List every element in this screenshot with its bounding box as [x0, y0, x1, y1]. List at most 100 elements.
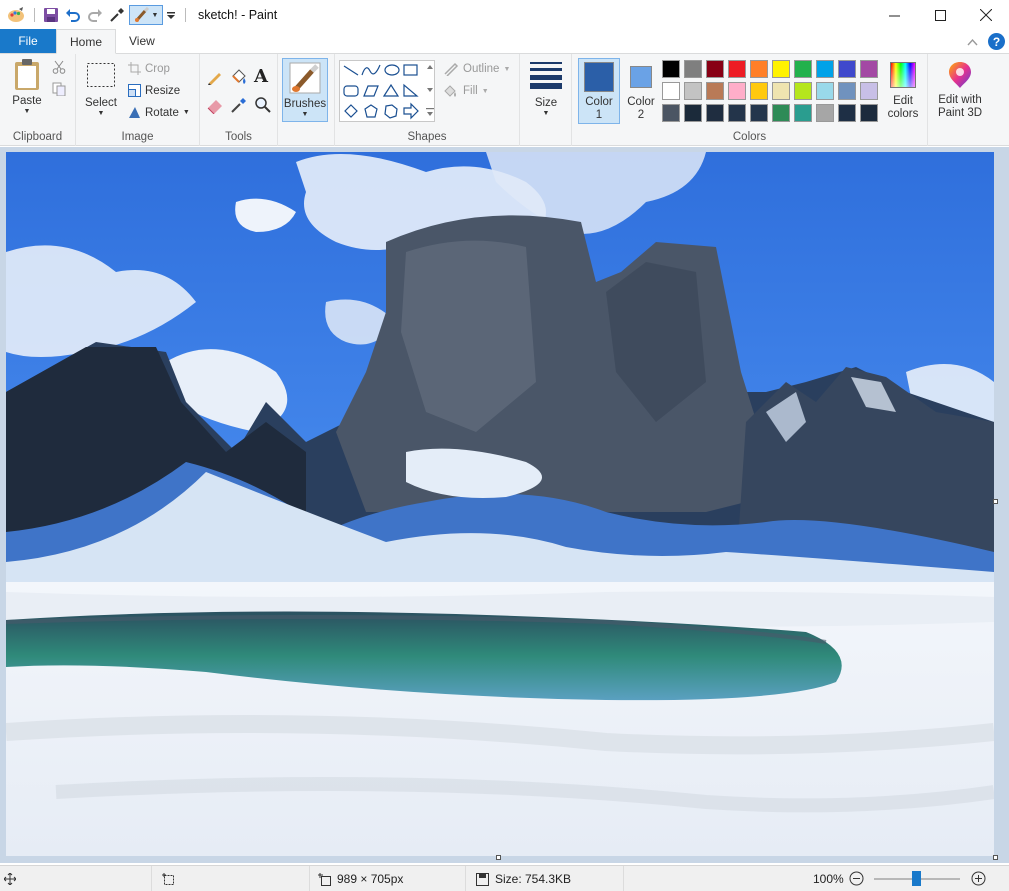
hexagon-shape-icon — [384, 104, 398, 119]
brushes-qat-button[interactable]: ▼ — [129, 5, 163, 25]
palette-swatch[interactable] — [728, 104, 746, 122]
palette-swatch[interactable] — [684, 104, 702, 122]
palette-swatch[interactable] — [838, 82, 856, 100]
text-icon[interactable]: A — [254, 66, 268, 87]
palette-swatch[interactable] — [750, 60, 768, 78]
resize-label: Resize — [145, 84, 181, 97]
palette-swatch[interactable] — [772, 60, 790, 78]
color2-button[interactable]: Color 2 — [622, 58, 660, 124]
palette-swatch[interactable] — [706, 104, 724, 122]
palette-swatch[interactable] — [860, 82, 878, 100]
maximize-button[interactable] — [917, 0, 963, 30]
qat-separator — [185, 8, 186, 22]
palette-swatch[interactable] — [728, 82, 746, 100]
color-picker-tool-icon[interactable] — [230, 96, 248, 117]
palette-swatch[interactable] — [706, 82, 724, 100]
palette-swatch[interactable] — [728, 60, 746, 78]
fill-dropdown[interactable]: Fill ▼ — [443, 84, 489, 98]
palette-swatch[interactable] — [816, 104, 834, 122]
resize-button[interactable]: Resize — [128, 84, 180, 97]
palette-swatch[interactable] — [706, 60, 724, 78]
zoom-slider-thumb[interactable] — [912, 871, 921, 886]
redo-icon[interactable] — [85, 5, 105, 25]
select-button[interactable]: Select ▼ — [84, 60, 118, 117]
image-dimensions-icon — [318, 872, 331, 886]
zoom-in-button[interactable] — [971, 871, 986, 889]
palette-swatch[interactable] — [750, 82, 768, 100]
palette-swatch[interactable] — [750, 104, 768, 122]
palette-swatch[interactable] — [838, 104, 856, 122]
palette-swatch[interactable] — [684, 82, 702, 100]
drawing-canvas[interactable] — [6, 152, 994, 856]
palette-swatch[interactable] — [794, 104, 812, 122]
tab-file[interactable]: File — [0, 29, 56, 53]
polygon-shape-icon — [363, 85, 379, 97]
palette-swatch[interactable] — [662, 104, 680, 122]
palette-swatch[interactable] — [816, 82, 834, 100]
eraser-icon[interactable] — [206, 96, 224, 117]
palette-swatch[interactable] — [772, 104, 790, 122]
fill-with-color-icon[interactable] — [230, 68, 248, 89]
pencil-icon[interactable] — [206, 68, 224, 89]
right-arrow-shape-icon — [403, 102, 419, 120]
tools-group: A Tools — [200, 54, 278, 146]
help-icon[interactable]: ? — [988, 33, 1005, 50]
palette-swatch[interactable] — [816, 60, 834, 78]
rounded-rectangle-shape-icon — [343, 85, 359, 97]
crop-button[interactable]: Crop — [128, 62, 170, 75]
palette-swatch[interactable] — [662, 82, 680, 100]
file-size-section: Size: 754.3KB — [466, 866, 624, 891]
edit-colors-button[interactable]: Edit colors — [882, 58, 924, 124]
copy-icon[interactable] — [52, 82, 66, 99]
rotate-button[interactable]: Rotate ▼ — [128, 106, 190, 119]
color-picker-icon[interactable] — [107, 5, 127, 25]
close-button[interactable] — [963, 0, 1009, 30]
customize-qat-icon[interactable] — [165, 5, 177, 25]
cursor-position-icon — [4, 873, 16, 885]
tab-home[interactable]: Home — [56, 29, 117, 54]
tab-view[interactable]: View — [116, 29, 168, 53]
zoom-slider[interactable] — [874, 871, 960, 886]
cut-icon[interactable] — [52, 60, 66, 77]
paste-button[interactable]: Paste ▼ — [8, 58, 46, 122]
palette-swatch[interactable] — [838, 60, 856, 78]
paint3d-label: Edit with Paint 3D — [937, 94, 983, 119]
outline-dropdown[interactable]: Outline ▼ — [443, 62, 510, 76]
edit-with-paint3d-button[interactable]: Edit with Paint 3D — [932, 58, 988, 124]
mountain-painting — [6, 152, 994, 856]
canvas-workspace[interactable] — [0, 147, 1009, 863]
undo-icon[interactable] — [63, 5, 83, 25]
size-group: Size ▼ — [520, 54, 572, 146]
size-button[interactable]: Size ▼ — [526, 60, 566, 117]
color1-button[interactable]: Color 1 — [578, 58, 620, 124]
palette-swatch[interactable] — [860, 60, 878, 78]
ribbon: Paste ▼ Clipboard Select ▼ Crop Resize R… — [0, 54, 1009, 146]
palette-swatch[interactable] — [662, 60, 680, 78]
palette-row — [662, 60, 882, 78]
clipboard-icon — [15, 59, 39, 90]
minimize-ribbon-icon[interactable] — [967, 35, 978, 49]
quick-access-toolbar: ▼ — [0, 0, 192, 30]
zoom-out-button[interactable] — [849, 871, 864, 889]
status-bar: 989 × 705px Size: 754.3KB 100% — [0, 865, 1009, 891]
canvas-resize-handle-bottom[interactable] — [496, 855, 501, 860]
title-bar: ▼ sketch! - Paint — [0, 0, 1009, 30]
magnifier-icon[interactable] — [254, 96, 272, 117]
brushes-button[interactable]: Brushes ▼ — [282, 58, 328, 122]
palette-swatch[interactable] — [684, 60, 702, 78]
image-dimensions-section: 989 × 705px — [310, 866, 466, 891]
shapes-scroll — [426, 65, 434, 116]
save-icon[interactable] — [41, 5, 61, 25]
palette-swatch[interactable] — [860, 104, 878, 122]
shapes-group: Outline ▼ Fill ▼ Shapes — [334, 54, 520, 146]
ribbon-tabs: File Home View ? — [0, 29, 1009, 54]
palette-swatch[interactable] — [794, 82, 812, 100]
paint-app-icon[interactable] — [6, 5, 26, 25]
minimize-button[interactable] — [871, 0, 917, 30]
palette-swatch[interactable] — [794, 60, 812, 78]
canvas-resize-handle-right[interactable] — [993, 499, 998, 504]
canvas-resize-handle-corner[interactable] — [993, 855, 998, 860]
fill-label: Fill — [463, 85, 478, 97]
brushes-label: Brushes — [283, 98, 327, 110]
palette-swatch[interactable] — [772, 82, 790, 100]
